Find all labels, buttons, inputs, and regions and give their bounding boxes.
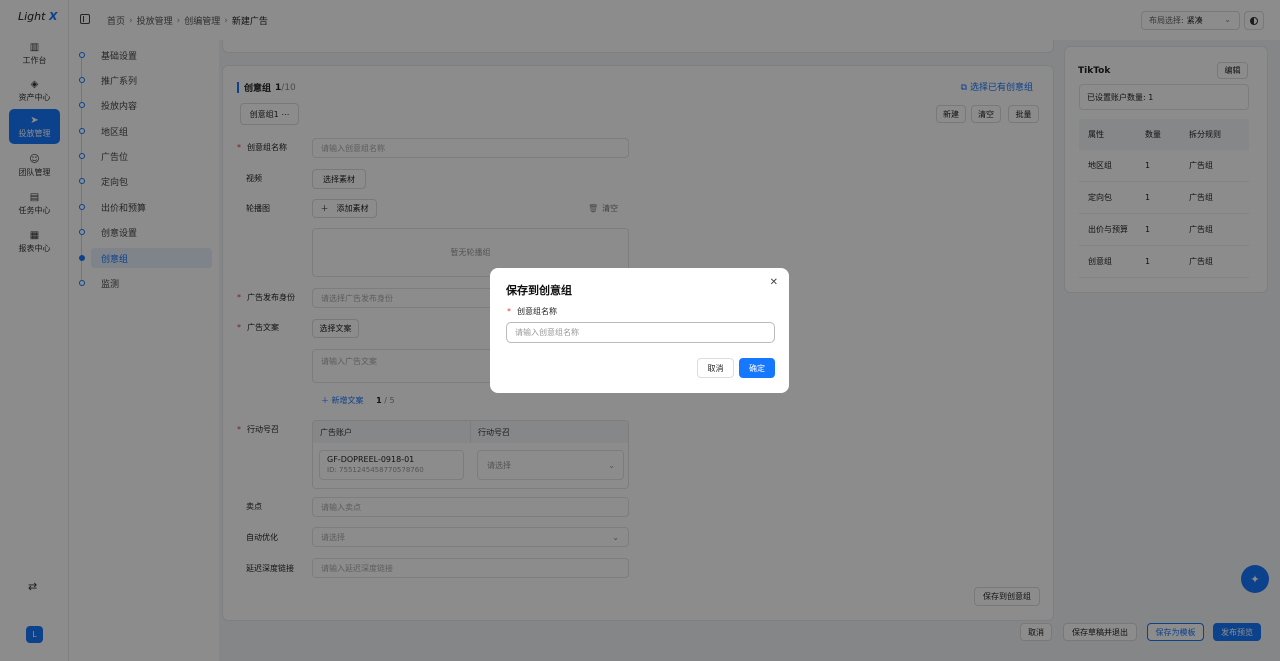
save-to-group-modal: 保存到创意组 ✕ * 创意组名称 请输入创意组名称 取消 确定 [490,268,789,393]
modal-title: 保存到创意组 [506,284,572,297]
modal-cancel-button[interactable]: 取消 [697,358,734,378]
modal-confirm-button[interactable]: 确定 [739,358,775,378]
close-icon[interactable]: ✕ [770,277,778,288]
modal-field-label: * 创意组名称 [507,307,557,316]
modal-group-name-input[interactable]: 请输入创意组名称 [506,322,775,343]
